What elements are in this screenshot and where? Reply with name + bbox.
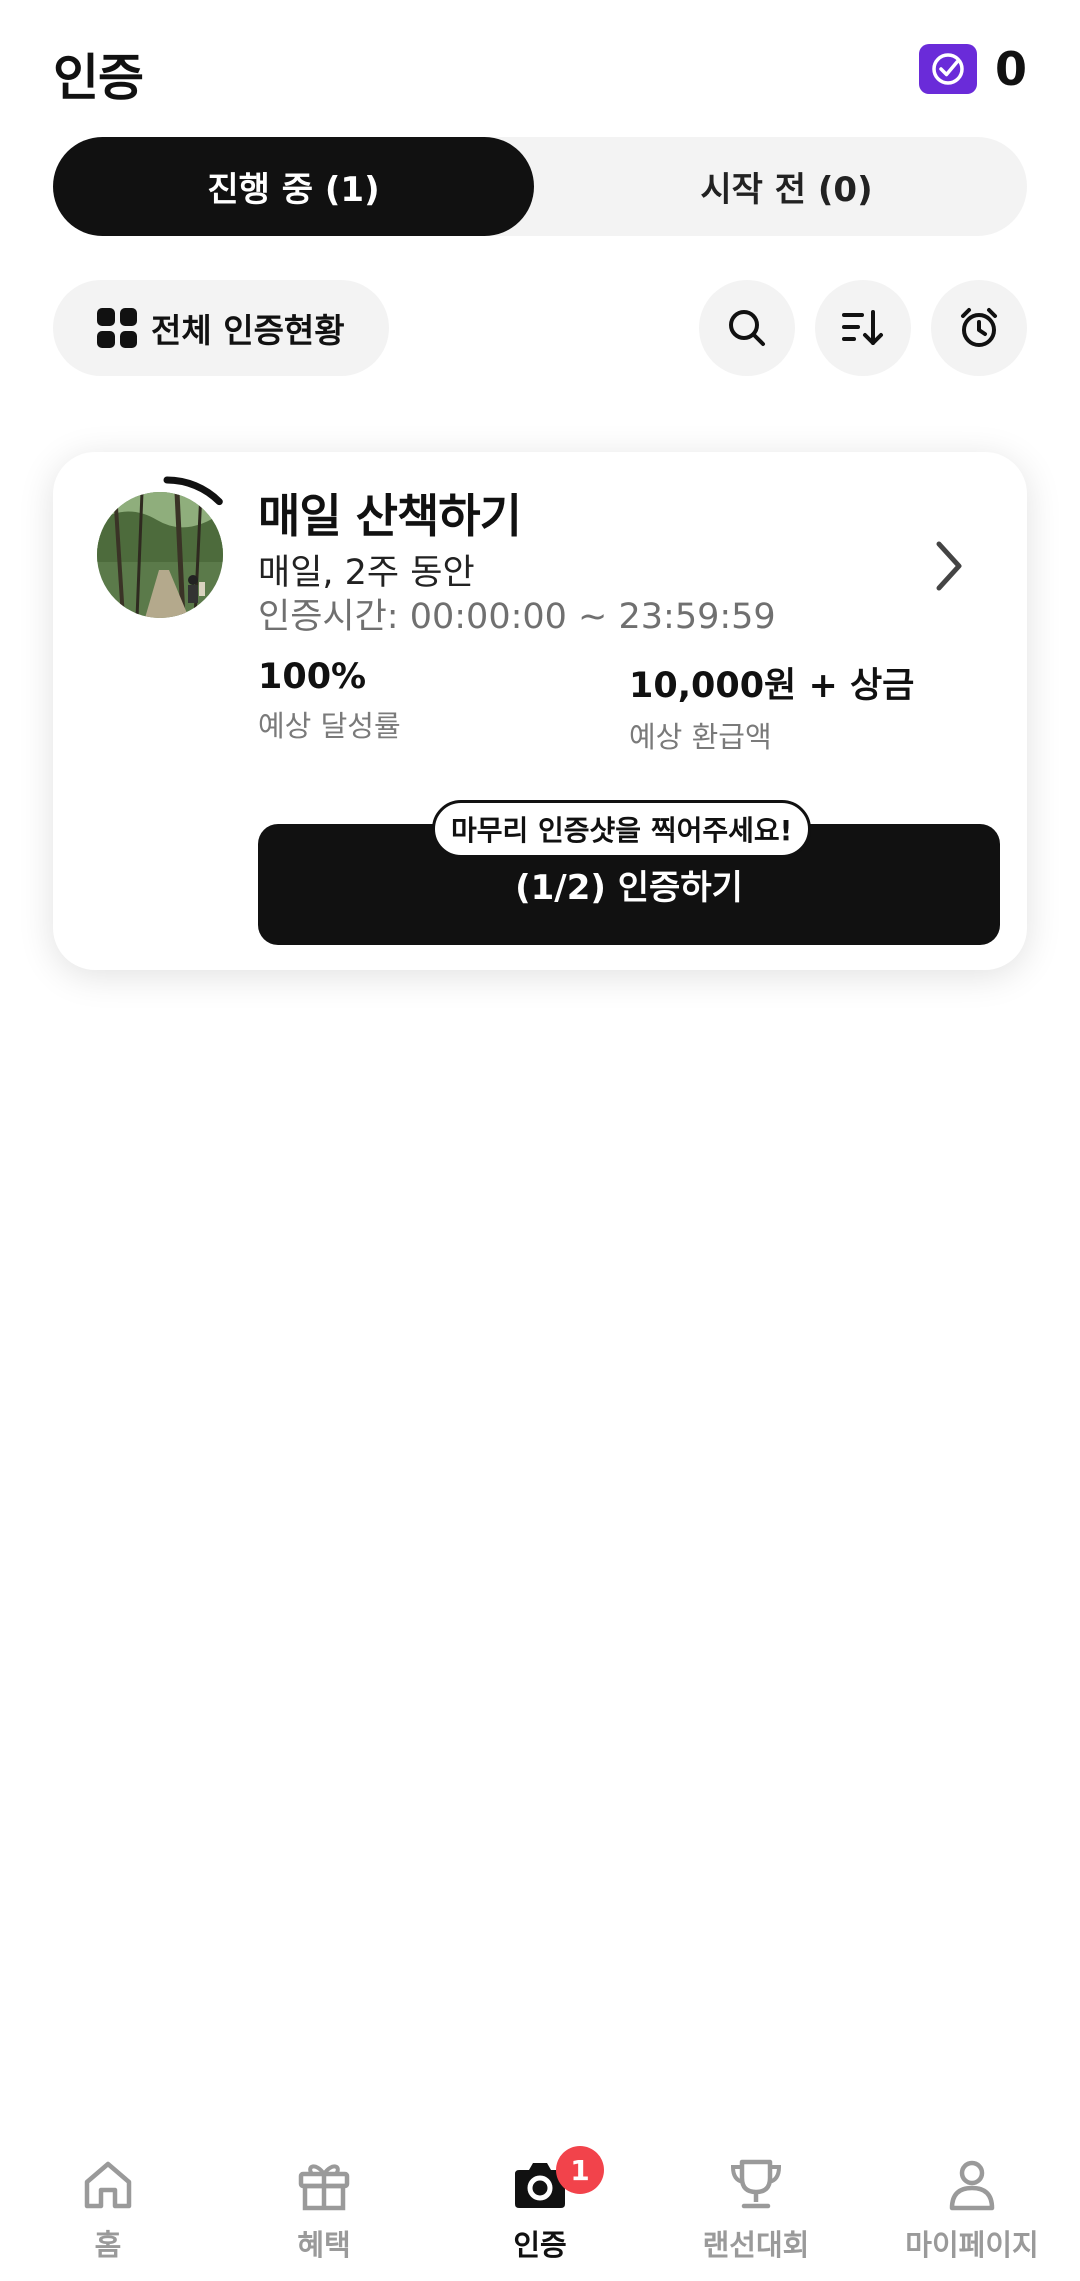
points-count: 0 [994, 42, 1027, 96]
page-title: 인증 [53, 49, 144, 107]
home-icon [84, 2161, 132, 2209]
check-badge-icon [918, 44, 977, 94]
person-icon [949, 2160, 995, 2211]
expected-rate-label: 예상 달성률 [258, 709, 401, 743]
certification-time: 인증시간: 00:00:00 ~ 23:59:59 [258, 597, 776, 637]
grid-icon [97, 308, 137, 348]
sort-icon [842, 310, 883, 345]
points-counter[interactable]: 0 [918, 42, 1027, 96]
sort-button[interactable] [815, 280, 911, 376]
toolbar: 전체 인증현황 [53, 280, 1027, 376]
overall-status-label: 전체 인증현황 [151, 311, 345, 350]
expected-rate-value: 100% [258, 657, 367, 697]
nav-benefits[interactable]: 혜택 [216, 2120, 432, 2281]
trophy-icon [730, 2159, 782, 2209]
challenge-title: 매일 산책하기 [258, 489, 522, 543]
bottom-nav: 홈 혜택 1 인증 랜선대회 마이페이지 [0, 2120, 1080, 2281]
challenge-card[interactable]: 매일 산책하기 매일, 2주 동안 인증시간: 00:00:00 ~ 23:59… [53, 452, 1027, 970]
nav-mypage[interactable]: 마이페이지 [864, 2120, 1080, 2281]
challenge-thumbnail [87, 474, 247, 634]
nav-online-contest[interactable]: 랜선대회 [648, 2120, 864, 2281]
forest-path-image [97, 492, 223, 618]
nav-home-label: 홈 [94, 2228, 122, 2262]
nav-certify-label: 인증 [513, 2228, 567, 2262]
tab-in-progress[interactable]: 진행 중 (1) [53, 137, 534, 236]
nav-home[interactable]: 홈 [0, 2120, 216, 2281]
gift-icon [298, 2164, 350, 2211]
notification-badge: 1 [556, 2146, 604, 2194]
expected-refund: 10,000원 + 상금 예상 환급액 [629, 657, 914, 756]
nav-certify[interactable]: 1 인증 [432, 2120, 648, 2281]
nav-mypage-label: 마이페이지 [905, 2228, 1039, 2262]
expected-rate: 100% 예상 달성률 [258, 657, 401, 745]
tab-not-started[interactable]: 시작 전 (0) [546, 137, 1027, 236]
alarm-button[interactable] [931, 280, 1027, 376]
overall-status-button[interactable]: 전체 인증현황 [53, 280, 389, 376]
status-tabs: 진행 중 (1) 시작 전 (0) [53, 137, 1027, 236]
expected-refund-value: 10,000원 + 상금 [629, 666, 915, 706]
expected-refund-label: 예상 환급액 [629, 720, 772, 754]
header: 인증 0 [0, 0, 1080, 130]
search-icon [729, 310, 765, 346]
chevron-right-icon[interactable] [931, 538, 967, 598]
nav-online-contest-label: 랜선대회 [702, 2228, 810, 2262]
certify-tooltip: 마무리 인증샷을 찍어주세요! [432, 800, 812, 858]
nav-benefits-label: 혜택 [297, 2228, 351, 2262]
alarm-icon [961, 308, 997, 347]
search-button[interactable] [699, 280, 795, 376]
